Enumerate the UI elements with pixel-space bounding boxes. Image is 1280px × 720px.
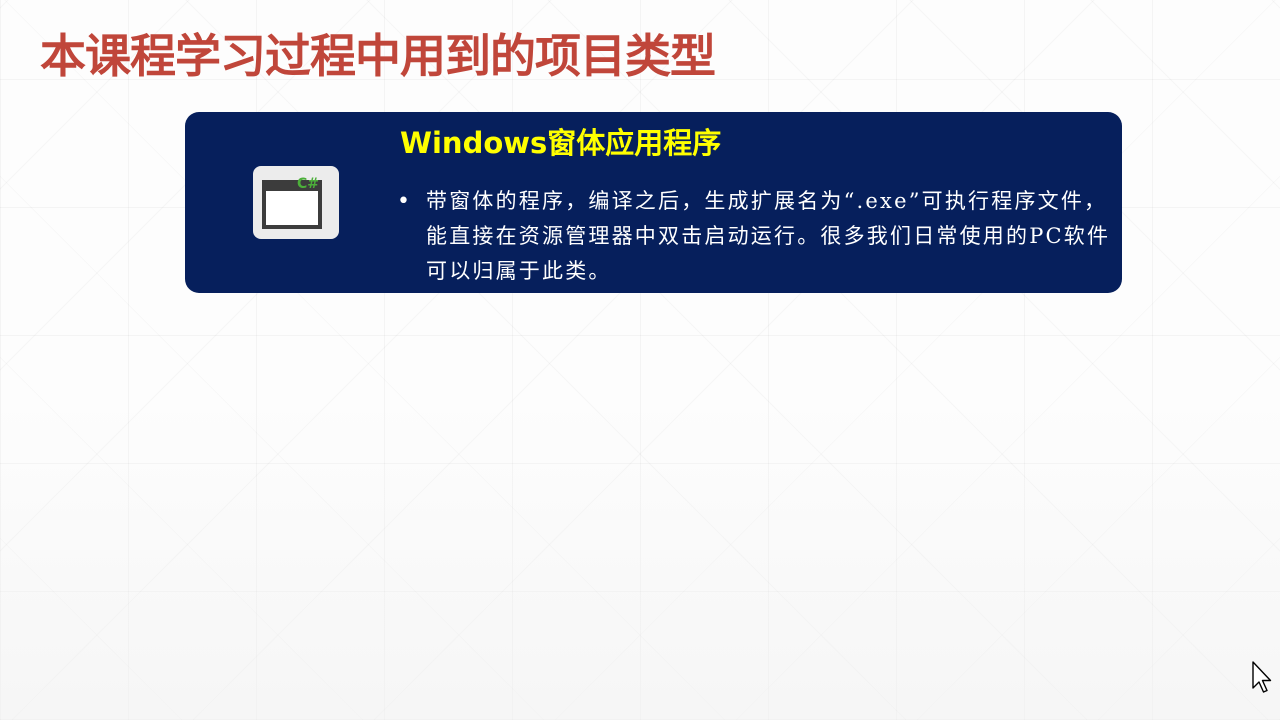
bullet-icon: • xyxy=(397,189,410,214)
project-type-card: C# Windows窗体应用程序 • 带窗体的程序，编译之后，生成扩展名为“.e… xyxy=(185,112,1122,293)
bullet-text: 带窗体的程序，编译之后，生成扩展名为“.exe”可执行程序文件，能直接在资源管理… xyxy=(426,189,1111,283)
card-heading: Windows窗体应用程序 xyxy=(400,126,722,160)
csharp-window-icon: C# xyxy=(253,166,339,239)
csharp-badge: C# xyxy=(297,176,319,192)
mouse-pointer-icon xyxy=(1252,661,1274,699)
slide-title: 本课程学习过程中用到的项目类型 xyxy=(40,29,716,83)
